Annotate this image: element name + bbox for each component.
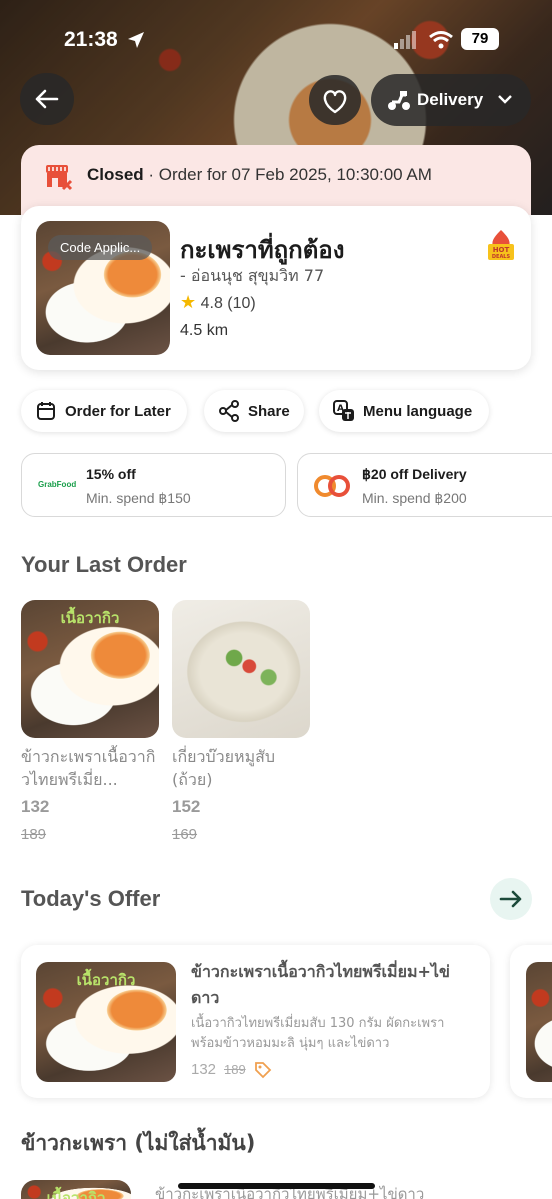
status-time: 21:38 [64,28,118,51]
todays-offer-title: Today's Offer [21,886,161,911]
share-icon [219,400,239,422]
battery-indicator: 79 [461,28,499,50]
order-schedule-text: · Order for 07 Feb 2025, 10:30:00 AM [143,165,432,184]
offer-item-image: เนื้อวากิว [36,962,176,1082]
grabfood-logo: GrabFood [38,480,77,489]
rating-value: 4.8 [200,295,223,312]
chevron-down-icon [498,95,512,104]
svg-text:DEALS: DEALS [492,254,511,260]
menu-language-label: Menu language [363,403,473,420]
promo-subtitle: Min. spend ฿200 [362,490,467,506]
closed-status: Closed [87,165,144,184]
wifi-icon [429,31,453,49]
last-order-item-image[interactable] [172,600,310,738]
delivery-mode-dropdown[interactable]: Delivery [371,74,531,126]
share-label: Share [248,403,290,420]
category-item-image[interactable]: เนื้อวากิว [21,1180,131,1199]
restaurant-branch: - อ่อนนุช สุขุมวิท 77 [180,266,325,285]
offer-item-name: ข้าวกะเพราเนื้อวากิวไทยพรีเมี่ยม+ไข่ดาว [191,962,450,1007]
signal-icon [394,31,416,49]
todays-offer-see-all-button[interactable] [490,878,532,920]
order-for-later-button[interactable]: Order for Later [21,390,187,432]
arrow-right-icon [499,890,522,908]
last-order-title: Your Last Order [21,552,187,577]
share-button[interactable]: Share [204,390,304,432]
menu-language-button[interactable]: A Menu language [319,390,489,432]
closed-shop-icon [46,165,73,191]
back-button[interactable] [20,73,74,125]
heart-icon [323,90,347,114]
promo-title: ฿20 off Delivery [362,466,467,482]
promo-card-grabfood[interactable]: GrabFood 15% off Min. spend ฿150 [21,453,286,517]
code-applied-tag: Code Applic... [48,235,153,260]
restaurant-info-card: Code Applic... กะเพราที่ถูกต้อง - อ่อนนุ… [21,206,531,370]
offer-item-card-next[interactable] [510,945,552,1098]
order-for-later-label: Order for Later [65,403,171,420]
scooter-icon [388,91,410,110]
favorite-button[interactable] [309,75,361,125]
promo-subtitle: Min. spend ฿150 [86,490,191,506]
last-order-item-price: 132 [21,797,50,816]
calendar-icon [37,402,55,420]
offer-item-description: เนื้อวากิวไทยพรีเมี่ยมสับ 130 กรัม ผัดกะ… [191,1016,445,1051]
restaurant-rating[interactable]: ★ 4.8 (10) [180,292,256,313]
last-order-item-name[interactable]: เกี่ยวบ๊วยหมูสับ (ถ้วย) [172,745,312,791]
svg-text:HOT: HOT [493,246,510,254]
promo-title: 15% off [86,466,136,482]
delivery-mode-label: Delivery [417,90,484,109]
offer-item-price: 132 [191,1061,217,1078]
location-arrow-icon [128,32,144,48]
last-order-item-name[interactable]: ข้าวกะเพราเนื้อวากิวไทยพรีเมี่ย... [21,745,161,791]
translate-icon: A [333,400,354,421]
last-order-item-price: 152 [172,797,201,816]
rating-count: (10) [227,295,256,312]
offer-item-old-price: 189 [224,1062,246,1077]
restaurant-distance: 4.5 km [180,322,229,339]
category-title: ข้าวกะเพรา (ไม่ใส่น้ำมัน) [21,1131,256,1155]
last-order-item-image[interactable]: เนื้อวากิว [21,600,159,738]
arrow-left-icon [35,89,59,109]
last-order-item-old-price: 189 [21,826,47,843]
last-order-item-old-price: 169 [172,826,198,843]
discount-tag-icon [255,1062,272,1079]
star-icon: ★ [180,292,197,312]
promo-card-delivery[interactable]: ฿20 off Delivery Min. spend ฿200 [297,453,552,517]
home-indicator [178,1183,375,1189]
closed-banner: Closed · Order for 07 Feb 2025, 10:30:00… [21,145,531,215]
offer-item-card[interactable]: เนื้อวากิว ข้าวกะเพราเนื้อวากิวไทยพรีเมี… [21,945,490,1098]
image-label: เนื้อวากิว [76,971,136,989]
linked-rings-icon [314,475,350,497]
status-bar: 21:38 79 [0,26,552,56]
image-label: เนื้อวากิว [60,609,120,627]
restaurant-image: Code Applic... [36,221,170,355]
hot-deals-badge-icon: HOT DEALS [488,230,514,260]
image-label: เนื้อวากิว [46,1189,106,1199]
